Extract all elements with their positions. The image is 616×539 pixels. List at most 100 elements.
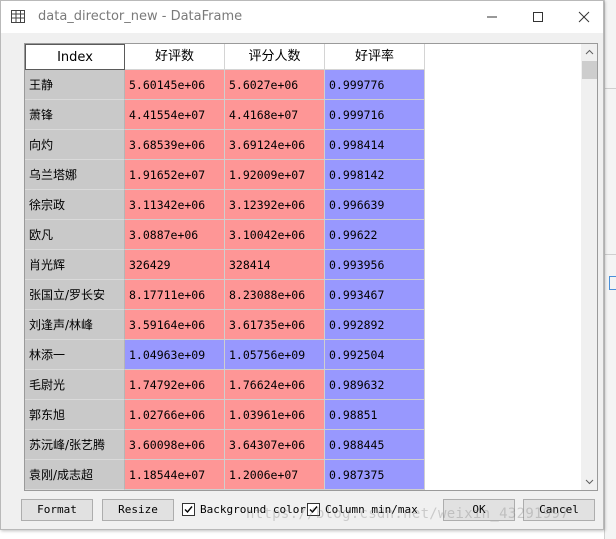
good-ratings-cell[interactable]: 1.04963e+09 bbox=[125, 340, 225, 370]
row-index-cell[interactable]: 袁刚/成志超 bbox=[25, 460, 125, 490]
table-row[interactable]: 萧锋 4.41554e+07 4.4168e+07 0.999716 bbox=[25, 100, 425, 130]
column-header-index[interactable]: Index bbox=[25, 44, 125, 70]
minimize-icon bbox=[487, 16, 497, 18]
good-rate-cell[interactable]: 0.998414 bbox=[325, 130, 425, 160]
table-row[interactable]: 徐宗政 3.11342e+06 3.12392e+06 0.996639 bbox=[25, 190, 425, 220]
background-app-edge bbox=[604, 0, 616, 539]
good-ratings-cell[interactable]: 3.60098e+06 bbox=[125, 430, 225, 460]
row-index-cell[interactable]: 王静 bbox=[25, 70, 125, 100]
close-button[interactable] bbox=[561, 1, 607, 33]
rater-count-cell[interactable]: 3.64307e+06 bbox=[225, 430, 325, 460]
rater-count-cell[interactable]: 3.12392e+06 bbox=[225, 190, 325, 220]
arrow-down-icon[interactable] bbox=[581, 473, 598, 490]
row-index-cell[interactable]: 苏沅峰/张艺腾 bbox=[25, 430, 125, 460]
close-icon bbox=[578, 11, 590, 23]
maximize-icon bbox=[533, 12, 543, 22]
good-ratings-cell[interactable]: 1.74792e+06 bbox=[125, 370, 225, 400]
good-ratings-cell[interactable]: 3.11342e+06 bbox=[125, 190, 225, 220]
good-rate-cell[interactable]: 0.98851 bbox=[325, 400, 425, 430]
good-ratings-cell[interactable]: 3.59164e+06 bbox=[125, 310, 225, 340]
rater-count-cell[interactable]: 328414 bbox=[225, 250, 325, 280]
row-index-cell[interactable]: 乌兰塔娜 bbox=[25, 160, 125, 190]
good-ratings-cell[interactable]: 5.60145e+06 bbox=[125, 70, 225, 100]
title-bar[interactable]: data_director_new - DataFrame bbox=[1, 1, 603, 33]
table-icon bbox=[11, 10, 25, 23]
window-title: data_director_new - DataFrame bbox=[38, 9, 243, 24]
format-button[interactable]: Format bbox=[21, 499, 93, 521]
minimize-button[interactable] bbox=[469, 1, 515, 33]
table-row[interactable]: 肖光辉 326429 328414 0.993956 bbox=[25, 250, 425, 280]
background-divider bbox=[605, 88, 616, 89]
good-ratings-cell[interactable]: 4.41554e+07 bbox=[125, 100, 225, 130]
row-index-cell[interactable]: 刘逢声/林峰 bbox=[25, 310, 125, 340]
row-index-cell[interactable]: 郭东旭 bbox=[25, 400, 125, 430]
rater-count-cell[interactable]: 3.61735e+06 bbox=[225, 310, 325, 340]
good-rate-cell[interactable]: 0.993956 bbox=[325, 250, 425, 280]
good-ratings-cell[interactable]: 3.68539e+06 bbox=[125, 130, 225, 160]
table-row[interactable]: 乌兰塔娜 1.91652e+07 1.92009e+07 0.998142 bbox=[25, 160, 425, 190]
rater-count-cell[interactable]: 4.4168e+07 bbox=[225, 100, 325, 130]
good-rate-cell[interactable]: 0.99622 bbox=[325, 220, 425, 250]
rater-count-cell[interactable]: 1.03961e+06 bbox=[225, 400, 325, 430]
maximize-button[interactable] bbox=[515, 1, 561, 33]
table-bottom-edge bbox=[25, 490, 581, 491]
column-header-good-ratings[interactable]: 好评数 bbox=[125, 44, 225, 70]
table-row[interactable]: 王静 5.60145e+06 5.6027e+06 0.999776 bbox=[25, 70, 425, 100]
resize-button[interactable]: Resize bbox=[102, 499, 174, 521]
row-index-cell[interactable]: 徐宗政 bbox=[25, 190, 125, 220]
rater-count-cell[interactable]: 3.10042e+06 bbox=[225, 220, 325, 250]
row-index-cell[interactable]: 向灼 bbox=[25, 130, 125, 160]
table-row[interactable]: 刘逢声/林峰 3.59164e+06 3.61735e+06 0.992892 bbox=[25, 310, 425, 340]
background-divider bbox=[605, 254, 616, 255]
checkbox-box[interactable] bbox=[182, 503, 195, 516]
table-row[interactable]: 毛尉光 1.74792e+06 1.76624e+06 0.989632 bbox=[25, 370, 425, 400]
good-rate-cell[interactable]: 0.992504 bbox=[325, 340, 425, 370]
good-rate-cell[interactable]: 0.999716 bbox=[325, 100, 425, 130]
good-ratings-cell[interactable]: 3.0887e+06 bbox=[125, 220, 225, 250]
good-ratings-cell[interactable]: 1.91652e+07 bbox=[125, 160, 225, 190]
scrollbar-thumb[interactable] bbox=[582, 61, 597, 79]
rater-count-cell[interactable]: 3.69124e+06 bbox=[225, 130, 325, 160]
table-row[interactable]: 袁刚/成志超 1.18544e+07 1.2006e+07 0.987375 bbox=[25, 460, 425, 490]
background-input-fragment bbox=[609, 276, 616, 290]
vertical-scrollbar[interactable] bbox=[581, 44, 598, 490]
row-index-cell[interactable]: 欧凡 bbox=[25, 220, 125, 250]
column-header-rater-count[interactable]: 评分人数 bbox=[225, 44, 325, 70]
table-row[interactable]: 张国立/罗长安 8.17711e+06 8.23088e+06 0.993467 bbox=[25, 280, 425, 310]
good-rate-cell[interactable]: 0.987375 bbox=[325, 460, 425, 490]
good-rate-cell[interactable]: 0.993467 bbox=[325, 280, 425, 310]
dataframe-table[interactable]: Index 好评数 评分人数 好评率 王静 5.60145e+06 5.6027e+… bbox=[24, 43, 598, 491]
arrow-up-icon[interactable] bbox=[581, 44, 598, 61]
good-rate-cell[interactable]: 0.998142 bbox=[325, 160, 425, 190]
watermark-text: https://blog.csdn.net/weixin_43291997 bbox=[246, 506, 569, 522]
good-rate-cell[interactable]: 0.988445 bbox=[325, 430, 425, 460]
good-ratings-cell[interactable]: 326429 bbox=[125, 250, 225, 280]
table-row[interactable]: 向灼 3.68539e+06 3.69124e+06 0.998414 bbox=[25, 130, 425, 160]
rater-count-cell[interactable]: 1.05756e+09 bbox=[225, 340, 325, 370]
rater-count-cell[interactable]: 1.92009e+07 bbox=[225, 160, 325, 190]
checkmark-icon bbox=[184, 506, 193, 514]
good-ratings-cell[interactable]: 1.18544e+07 bbox=[125, 460, 225, 490]
row-index-cell[interactable]: 毛尉光 bbox=[25, 370, 125, 400]
table-row[interactable]: 苏沅峰/张艺腾 3.60098e+06 3.64307e+06 0.988445 bbox=[25, 430, 425, 460]
table-header: Index 好评数 评分人数 好评率 bbox=[25, 44, 581, 70]
table-row[interactable]: 欧凡 3.0887e+06 3.10042e+06 0.99622 bbox=[25, 220, 425, 250]
rater-count-cell[interactable]: 1.76624e+06 bbox=[225, 370, 325, 400]
row-index-cell[interactable]: 萧锋 bbox=[25, 100, 125, 130]
table-row[interactable]: 郭东旭 1.02766e+06 1.03961e+06 0.98851 bbox=[25, 400, 425, 430]
good-rate-cell[interactable]: 0.992892 bbox=[325, 310, 425, 340]
rater-count-cell[interactable]: 8.23088e+06 bbox=[225, 280, 325, 310]
good-rate-cell[interactable]: 0.989632 bbox=[325, 370, 425, 400]
row-index-cell[interactable]: 肖光辉 bbox=[25, 250, 125, 280]
column-header-good-rate[interactable]: 好评率 bbox=[325, 44, 425, 70]
good-rate-cell[interactable]: 0.996639 bbox=[325, 190, 425, 220]
row-index-cell[interactable]: 张国立/罗长安 bbox=[25, 280, 125, 310]
table-row[interactable]: 林添一 1.04963e+09 1.05756e+09 0.992504 bbox=[25, 340, 425, 370]
rater-count-cell[interactable]: 1.2006e+07 bbox=[225, 460, 325, 490]
good-ratings-cell[interactable]: 8.17711e+06 bbox=[125, 280, 225, 310]
good-rate-cell[interactable]: 0.999776 bbox=[325, 70, 425, 100]
good-ratings-cell[interactable]: 1.02766e+06 bbox=[125, 400, 225, 430]
dataframe-editor-window: data_director_new - DataFrame Index 好评数 … bbox=[0, 0, 604, 530]
row-index-cell[interactable]: 林添一 bbox=[25, 340, 125, 370]
rater-count-cell[interactable]: 5.6027e+06 bbox=[225, 70, 325, 100]
